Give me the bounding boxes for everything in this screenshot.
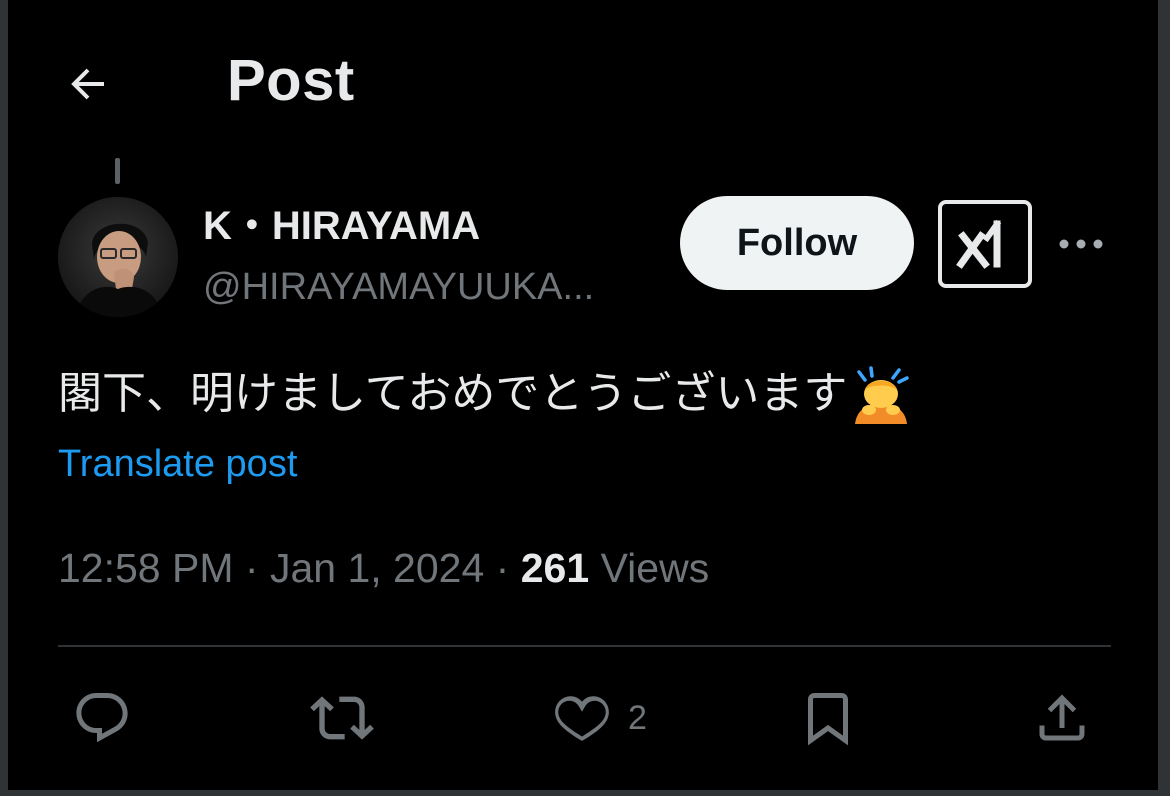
meta-separator: · <box>244 545 259 591</box>
author-handle[interactable]: @HIRAYAMAYUUKA... <box>203 264 663 310</box>
reply-icon <box>76 693 128 743</box>
thread-connector-line <box>115 158 120 184</box>
views-count: 261 <box>520 545 590 591</box>
avatar[interactable] <box>58 197 178 317</box>
like-count: 2 <box>628 698 647 737</box>
grok-xai-icon <box>956 219 1002 269</box>
more-dots-icon <box>1059 239 1103 249</box>
reply-button[interactable] <box>72 686 132 750</box>
post-metadata: 12:58 PM · Jan 1, 2024 · 261 Views <box>58 540 709 596</box>
post-time[interactable]: 12:58 PM <box>58 545 234 591</box>
follow-button[interactable]: Follow <box>680 196 914 290</box>
page-title: Post <box>227 48 355 113</box>
grok-button[interactable] <box>938 200 1032 288</box>
bookmark-button[interactable] <box>798 686 858 750</box>
post-text: 閣下、明けましておめでとうございます <box>58 364 913 424</box>
share-button[interactable] <box>1032 686 1092 750</box>
back-button[interactable] <box>60 56 116 112</box>
share-icon <box>1039 694 1085 741</box>
divider <box>58 645 1111 647</box>
heart-icon <box>555 696 609 741</box>
arrow-left-icon <box>71 68 104 100</box>
bookmark-icon <box>808 693 848 746</box>
person-bowing-emoji <box>855 366 910 424</box>
post-date[interactable]: Jan 1, 2024 <box>270 545 484 591</box>
avatar-photo <box>58 197 178 317</box>
translate-post-link[interactable]: Translate post <box>58 440 297 488</box>
top-bar: Post <box>8 0 1158 160</box>
post-detail-screen: Post K・HIRAYAMA @HIRAYAMAYUUKA... Follow… <box>8 0 1158 790</box>
more-options-button[interactable] <box>1056 222 1106 266</box>
views-label: Views <box>600 545 710 591</box>
repost-button[interactable] <box>310 686 374 750</box>
like-button[interactable]: 2 <box>552 686 647 750</box>
post-text-content: 閣下、明けましておめでとうございます <box>58 369 848 418</box>
author-display-name[interactable]: K・HIRAYAMA <box>203 202 480 250</box>
repost-icon <box>310 696 374 740</box>
meta-separator: · <box>495 545 510 591</box>
